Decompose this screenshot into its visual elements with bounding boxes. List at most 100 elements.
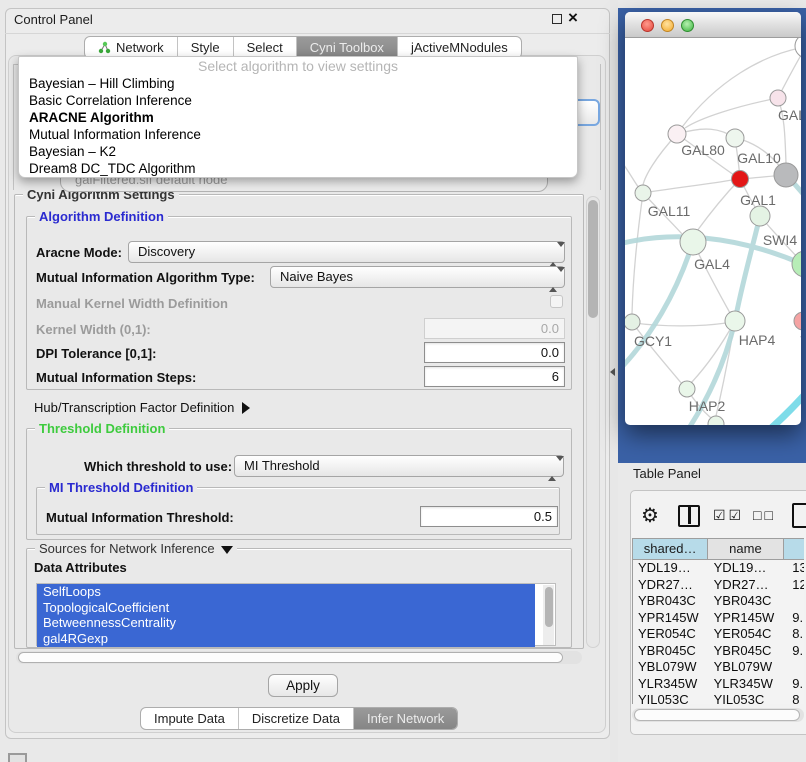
minimized-panel-icon[interactable] (8, 753, 27, 762)
close-panel-icon[interactable]: × (568, 9, 578, 26)
node-table: shared… name A YDL19…YDL19…13 YDR27…YDR2… (632, 538, 804, 704)
node-gal1-selected[interactable] (732, 171, 749, 188)
settings-horizontal-thumb[interactable] (18, 652, 563, 663)
mi-steps-field[interactable]: 6 (424, 366, 565, 387)
tab-cyni-toolbox[interactable]: Cyni Toolbox (296, 37, 397, 58)
table-horizontal-thumb[interactable] (634, 709, 800, 721)
tab-impute-data[interactable]: Impute Data (141, 708, 238, 729)
settings-vertical-thumb[interactable] (588, 200, 598, 318)
cell: YDR27… (633, 577, 709, 594)
cell: 8. (784, 626, 804, 643)
cell: 12 (784, 577, 804, 594)
tab-select[interactable]: Select (233, 37, 296, 58)
popup-item-basic-correlation[interactable]: Basic Correlation Inference (19, 92, 577, 109)
divider-collapse-icon[interactable] (610, 368, 615, 376)
cell: 9. (784, 643, 804, 660)
node-gal10[interactable] (726, 129, 744, 147)
cell: YIL053C (709, 692, 785, 704)
column-header-name[interactable]: name (708, 539, 783, 559)
tab-style[interactable]: Style (177, 37, 233, 58)
tab-jactivemnodules[interactable]: jActiveMNodules (397, 37, 521, 58)
table-horizontal-scrollbar[interactable] (632, 708, 804, 722)
sources-group-title[interactable]: Sources for Network Inference (35, 541, 237, 556)
settings-horizontal-scrollbar[interactable] (16, 651, 582, 664)
popup-item-dream8[interactable]: Dream8 DC_TDC Algorithm (19, 160, 577, 177)
hub-definition-expander[interactable]: Hub/Transcription Factor Definition (34, 400, 250, 415)
cyni-bottom-tab-bar: Impute Data Discretize Data Infer Networ… (140, 707, 458, 730)
popup-item-aracne[interactable]: ARACNE Algorithm (19, 109, 577, 126)
table-row[interactable]: YDR27…YDR27…12 (633, 577, 804, 594)
mi-threshold-field[interactable]: 0.5 (420, 506, 558, 527)
table-row[interactable]: YDL19…YDL19…13 (633, 560, 804, 577)
kernel-width-field[interactable]: 0.0 (424, 318, 565, 339)
column-header-a[interactable]: A (784, 539, 804, 559)
node-salmon[interactable] (794, 312, 801, 330)
node-hap2[interactable] (679, 381, 695, 397)
table-row[interactable]: YBL079WYBL079W (633, 659, 804, 676)
popup-item-bayesian-k2[interactable]: Bayesian – K2 (19, 143, 577, 160)
tab-network[interactable]: Network (85, 37, 177, 58)
manual-kernel-checkbox[interactable] (550, 295, 563, 308)
node[interactable] (795, 38, 801, 58)
split-columns-icon[interactable] (678, 505, 700, 527)
table-row[interactable]: YLR345WYLR345W9. (633, 676, 804, 693)
node-label: GAL80 (681, 142, 725, 158)
manual-kernel-label: Manual Kernel Width Definition (36, 296, 228, 311)
node-label: SWI4 (763, 232, 797, 248)
table-header-row: shared… name A (632, 538, 804, 560)
tab-infer-network[interactable]: Infer Network (353, 708, 457, 729)
table-row[interactable]: YBR043CYBR043C (633, 593, 804, 610)
aracne-mode-label: Aracne Mode: (36, 245, 122, 260)
popup-item-mutual-information[interactable]: Mutual Information Inference (19, 126, 577, 143)
split-line (688, 507, 691, 524)
close-window-icon[interactable] (641, 19, 654, 32)
combo-arrows-icon (549, 245, 557, 261)
table-row[interactable]: YIL053CYIL053C8 (633, 692, 804, 704)
algorithm-dropdown-popup: Select algorithm to view settings Bayesi… (18, 56, 578, 178)
zoom-window-icon[interactable] (681, 19, 694, 32)
popup-item-bayesian-hill-climbing[interactable]: Bayesian – Hill Climbing (19, 75, 577, 92)
apply-button[interactable]: Apply (268, 674, 338, 697)
node-hap4[interactable] (725, 311, 745, 331)
cell: YLR345W (709, 676, 785, 693)
node-gray[interactable] (774, 163, 798, 187)
network-canvas[interactable]: GAL GAL80 GAL10 GAL1 GAL11 SWI4 GAL4 GCY… (625, 38, 801, 425)
list-item[interactable]: SelfLoops (37, 584, 535, 600)
float-window-icon[interactable] (552, 14, 562, 24)
node-swi4[interactable] (750, 206, 770, 226)
mi-type-combo[interactable]: Naive Bayes (270, 266, 565, 288)
node-gcy1[interactable] (625, 314, 640, 330)
table-row[interactable]: YER054CYER054C8. (633, 626, 804, 643)
app-window: Control Panel × Network Style Select Cyn… (0, 0, 806, 762)
node-label: GAL10 (737, 150, 781, 166)
list-item[interactable]: BetweennessCentrality (37, 615, 535, 631)
which-threshold-combo[interactable]: MI Threshold (234, 455, 564, 477)
network-view-window[interactable]: GAL GAL80 GAL10 GAL1 GAL11 SWI4 GAL4 GCY… (625, 12, 801, 425)
dpi-tolerance-field[interactable]: 0.0 (424, 342, 565, 363)
aracne-mode-combo[interactable]: Discovery (128, 241, 565, 263)
document-icon[interactable] (792, 503, 806, 528)
network-window-titlebar[interactable] (625, 12, 801, 38)
node-gal4[interactable] (680, 229, 706, 255)
minimize-window-icon[interactable] (661, 19, 674, 32)
cell (784, 659, 804, 676)
settings-vertical-scrollbar[interactable] (586, 196, 600, 648)
unchecked-columns-icon[interactable]: □□ (753, 507, 776, 523)
node-label: HAP4 (739, 332, 776, 348)
tab-cyni-toolbox-label: Cyni Toolbox (310, 40, 384, 55)
node-gal11[interactable] (635, 185, 651, 201)
list-item[interactable]: TopologicalCoefficient (37, 600, 535, 616)
list-scrollbar[interactable] (543, 585, 554, 645)
gear-icon[interactable]: ⚙ (641, 503, 659, 528)
node-green[interactable] (792, 251, 801, 277)
tab-discretize-data[interactable]: Discretize Data (238, 708, 353, 729)
checked-columns-icon[interactable]: ☑☑ (713, 507, 744, 524)
column-header-shared[interactable]: shared… (633, 539, 708, 559)
panel-divider[interactable] (610, 0, 618, 762)
node-gal80[interactable] (668, 125, 686, 143)
list-item[interactable]: gal4RGexp (37, 631, 535, 647)
table-row[interactable]: YBR045CYBR045C9. (633, 643, 804, 660)
node-gal[interactable] (770, 90, 786, 106)
list-scrollbar-thumb[interactable] (545, 587, 553, 627)
table-row[interactable]: YPR145WYPR145W9. (633, 610, 804, 627)
